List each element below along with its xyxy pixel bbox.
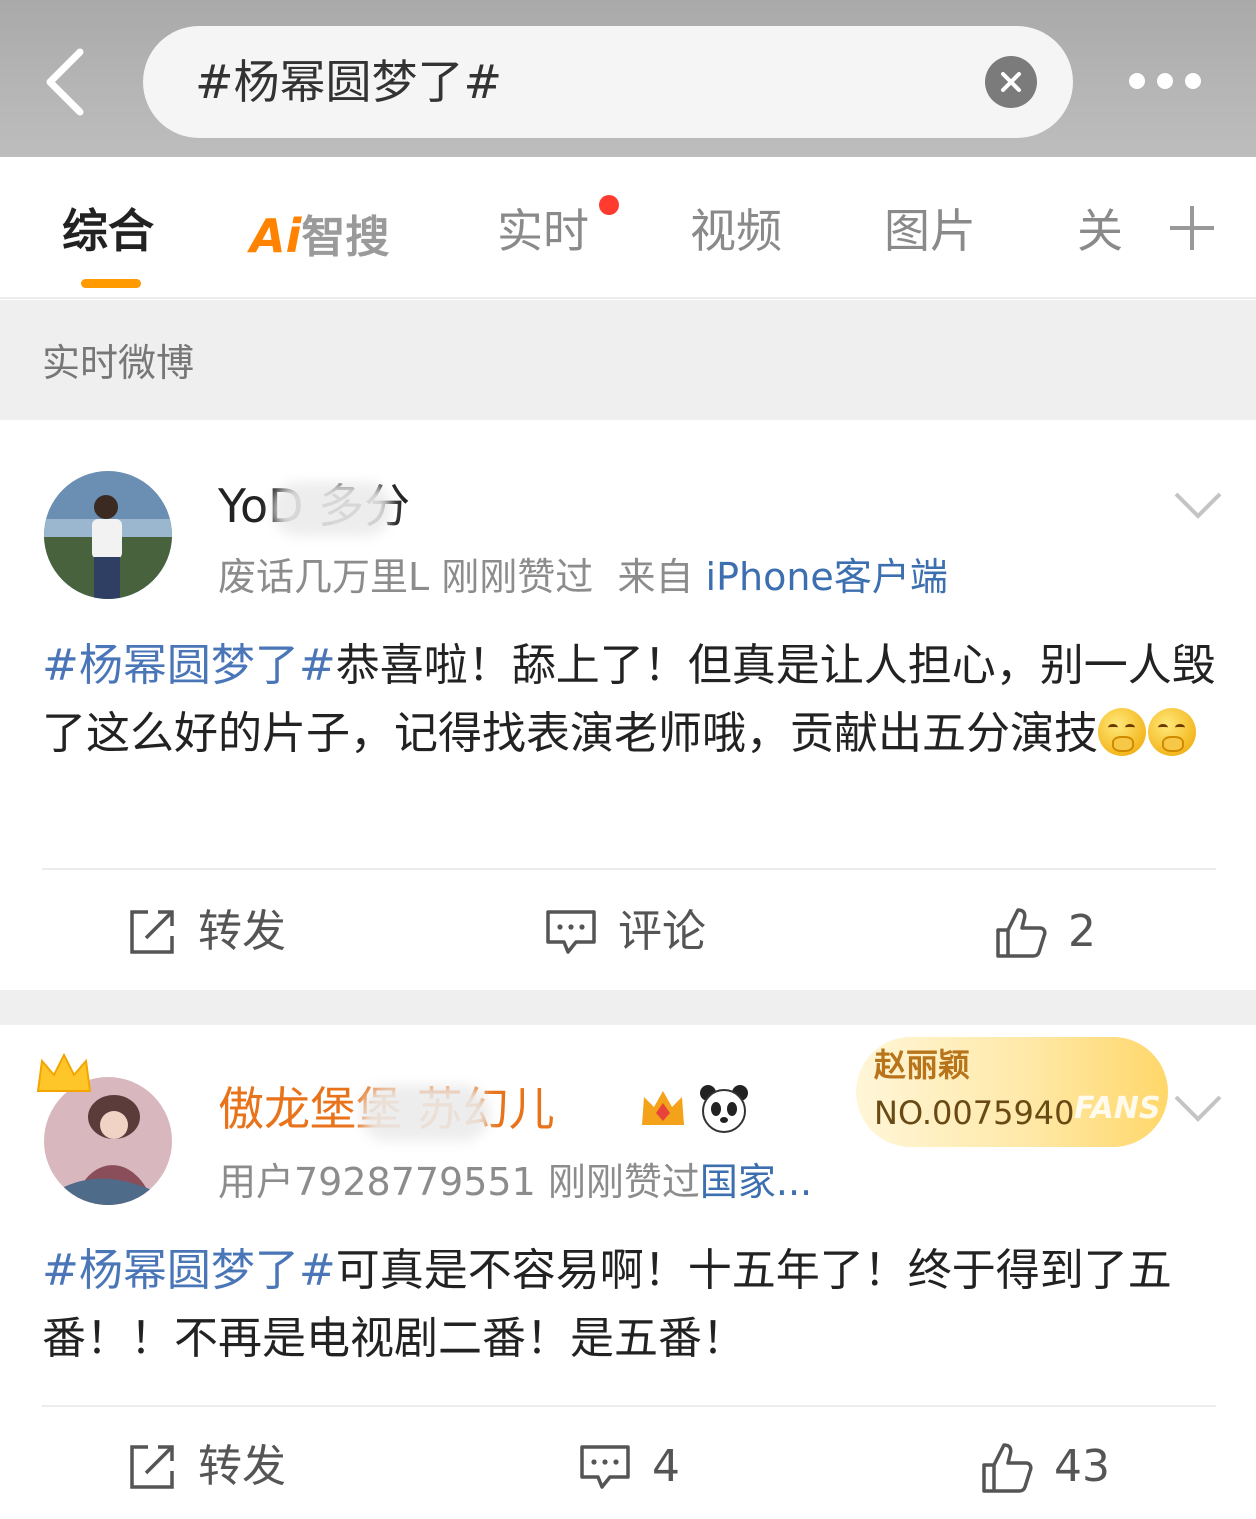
chevron-left-icon bbox=[46, 48, 84, 116]
thinking-emoji bbox=[1148, 708, 1196, 756]
topic-link[interactable]: #杨幂圆梦了# bbox=[42, 1245, 336, 1296]
repost-icon bbox=[130, 910, 174, 954]
vip-crown-badge-icon bbox=[642, 1091, 684, 1125]
post-source-link[interactable]: iPhone客户端 bbox=[706, 555, 948, 599]
avatar[interactable] bbox=[44, 471, 172, 599]
search-query: #杨幂圆梦了# bbox=[195, 55, 503, 109]
post-card[interactable]: 傲龙堡堡 苏幻儿 赵丽颖 NO.0075940 FANS 用户792877955… bbox=[0, 1025, 1256, 1519]
thumbs-up-icon bbox=[982, 1443, 1033, 1493]
blur-mask bbox=[360, 1085, 490, 1141]
post-menu-button[interactable] bbox=[1172, 490, 1224, 520]
tab-images[interactable]: 图片 bbox=[884, 201, 976, 261]
like-button[interactable]: 2 bbox=[994, 902, 1134, 962]
post-meta: 用户7928779551 刚刚赞过国家... bbox=[218, 1159, 812, 1205]
thinking-emoji bbox=[1098, 708, 1146, 756]
add-tab-button[interactable] bbox=[1162, 198, 1222, 258]
panda-icon bbox=[700, 1085, 748, 1133]
divider bbox=[42, 868, 1216, 870]
search-tabs: 综合 Ai智搜 实时 视频 图片 关 bbox=[0, 157, 1256, 299]
fans-idol-name: 赵丽颖 bbox=[874, 1046, 971, 1084]
ai-tab-label: 智搜 bbox=[301, 212, 390, 263]
tab-ai-search[interactable]: Ai智搜 bbox=[250, 201, 390, 263]
tab-comprehensive[interactable]: 综合 bbox=[62, 201, 154, 261]
chevron-down-icon bbox=[1174, 492, 1222, 519]
repost-label: 转发 bbox=[198, 906, 286, 957]
chevron-down-icon bbox=[1174, 1095, 1222, 1122]
comment-label: 评论 bbox=[618, 906, 706, 957]
divider bbox=[42, 1405, 1216, 1407]
section-header: 实时微博 bbox=[0, 300, 1256, 420]
tab-fade bbox=[1120, 157, 1160, 297]
tab-realtime[interactable]: 实时 bbox=[497, 201, 589, 261]
topic-link[interactable]: #杨幂圆梦了# bbox=[42, 640, 336, 691]
comment-icon bbox=[580, 1445, 630, 1489]
fans-badge[interactable]: 赵丽颖 NO.0075940 FANS bbox=[856, 1037, 1168, 1147]
more-dots-icon bbox=[1129, 73, 1145, 89]
comment-button[interactable]: 评论 bbox=[544, 902, 744, 962]
top-bar: #杨幂圆梦了# bbox=[0, 0, 1256, 157]
post-content: #杨幂圆梦了#恭喜啦！舔上了！但真是让人担心，别一人毁了这么好的片子，记得找表演… bbox=[42, 632, 1222, 768]
comment-icon bbox=[546, 910, 596, 954]
tab-follow[interactable]: 关 bbox=[1077, 201, 1123, 261]
tab-video[interactable]: 视频 bbox=[690, 201, 782, 261]
repost-icon bbox=[130, 1445, 174, 1489]
comment-button[interactable]: 4 bbox=[578, 1437, 708, 1497]
liked-by-text: 废话几万里L 刚刚赞过 bbox=[218, 555, 594, 599]
post-source-link[interactable]: 国家... bbox=[700, 1160, 812, 1204]
like-button[interactable]: 43 bbox=[980, 1437, 1140, 1497]
repost-button[interactable]: 转发 bbox=[126, 1437, 326, 1497]
like-count: 43 bbox=[1054, 1441, 1110, 1492]
plus-icon bbox=[1170, 206, 1214, 250]
post-card[interactable]: YoD 多分 废话几万里L 刚刚赞过 来自 iPhone客户端 #杨幂圆梦了#恭… bbox=[0, 420, 1256, 990]
post-meta: 废话几万里L 刚刚赞过 来自 iPhone客户端 bbox=[218, 554, 948, 600]
fans-tag: FANS bbox=[1074, 1091, 1161, 1126]
back-button[interactable] bbox=[36, 44, 96, 120]
clear-search-button[interactable] bbox=[985, 56, 1037, 108]
close-icon bbox=[1001, 72, 1021, 92]
like-count: 2 bbox=[1068, 906, 1096, 957]
section-title: 实时微博 bbox=[42, 341, 195, 385]
repost-label: 转发 bbox=[198, 1441, 286, 1492]
new-content-dot bbox=[599, 195, 619, 215]
liked-by-text: 用户7928779551 刚刚赞过 bbox=[218, 1160, 700, 1204]
search-input[interactable]: #杨幂圆梦了# bbox=[143, 26, 1073, 138]
post-menu-button[interactable] bbox=[1172, 1093, 1224, 1123]
from-label: 来自 bbox=[617, 555, 694, 599]
more-options-button[interactable] bbox=[1125, 64, 1205, 98]
fans-number: NO.0075940 bbox=[874, 1094, 1075, 1132]
active-tab-indicator bbox=[81, 279, 141, 288]
comment-count: 4 bbox=[652, 1441, 680, 1492]
post-separator bbox=[0, 990, 1256, 1025]
crown-icon bbox=[36, 1052, 92, 1092]
repost-button[interactable]: 转发 bbox=[126, 902, 326, 962]
ai-logo: Ai bbox=[250, 209, 302, 263]
post-content: #杨幂圆梦了#可真是不容易啊！十五年了！终于得到了五番！！不再是电视剧二番！是五… bbox=[42, 1237, 1222, 1373]
thumbs-up-icon bbox=[996, 908, 1047, 958]
blur-mask bbox=[272, 482, 392, 536]
